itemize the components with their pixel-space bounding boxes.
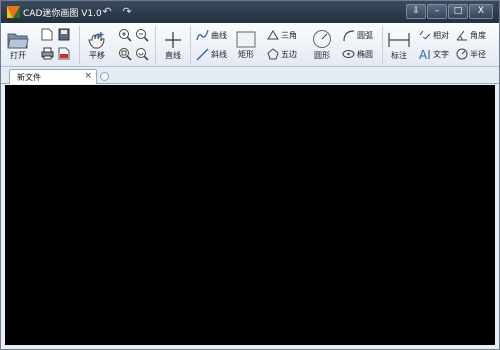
triangle-icon: [267, 30, 279, 40]
zoom-window-icon[interactable]: [135, 47, 149, 61]
undo-button[interactable]: ↶: [100, 5, 114, 19]
dimension-icon: [388, 33, 410, 47]
ellipse-button[interactable]: 椭圆: [342, 48, 373, 60]
zoom-in-icon[interactable]: [118, 28, 132, 42]
window-menu-button[interactable]: ⇩: [406, 4, 426, 19]
radius-icon: [456, 48, 468, 60]
separator: [79, 26, 80, 64]
folder-icon: [7, 33, 29, 49]
tab-close-icon[interactable]: ×: [84, 71, 92, 81]
relative-icon: [419, 30, 431, 40]
pentagon-button[interactable]: 五边: [267, 48, 297, 60]
new-file-icon[interactable]: [41, 28, 53, 41]
rect-label: 矩形: [238, 50, 254, 59]
relative-button[interactable]: 相对: [419, 29, 449, 41]
separator: [190, 26, 191, 64]
slant-line-icon: [196, 48, 209, 61]
tab-label: 新文件: [17, 73, 41, 82]
text-button[interactable]: A 文字: [419, 48, 449, 60]
maximize-button[interactable]: □: [448, 4, 468, 19]
tab-new-file[interactable]: 新文件 ×: [9, 69, 97, 84]
angle-button[interactable]: 角度: [456, 29, 486, 41]
save-icon[interactable]: [58, 28, 70, 41]
line-label: 直线: [165, 51, 181, 60]
relative-label: 相对: [433, 30, 449, 40]
ellipse-label: 椭圆: [357, 49, 373, 59]
curve-button[interactable]: 曲线: [196, 29, 227, 42]
print-icon[interactable]: [41, 47, 54, 60]
zoom-out-icon[interactable]: [135, 28, 149, 42]
angle-icon: [456, 30, 467, 41]
pentagon-label: 五边: [281, 49, 297, 59]
pentagon-icon: [267, 48, 279, 60]
export-pdf-icon[interactable]: [58, 47, 70, 60]
separator: [382, 26, 383, 64]
new-tab-icon[interactable]: [100, 72, 109, 81]
open-button[interactable]: 打开: [7, 31, 29, 61]
pan-label: 平移: [89, 51, 105, 60]
arc-label: 圆弧: [357, 31, 373, 40]
svg-text:A: A: [419, 48, 428, 60]
triangle-button[interactable]: 三角: [267, 29, 297, 41]
arc-button[interactable]: 圆弧: [342, 29, 373, 42]
app-title: CAD迷你画图 V1.0: [23, 9, 102, 19]
close-button[interactable]: X: [469, 4, 493, 19]
open-label: 打开: [10, 51, 26, 60]
separator: [155, 26, 156, 64]
radius-label: 半径: [470, 49, 486, 59]
line-button[interactable]: 直线: [164, 31, 182, 61]
rectangle-button[interactable]: 矩形: [236, 31, 256, 60]
crosshair-line-icon: [165, 32, 181, 48]
text-icon: A: [419, 48, 430, 60]
text-label: 文字: [433, 49, 449, 59]
circle-icon: [313, 30, 331, 48]
pan-button[interactable]: 平移: [87, 31, 107, 61]
app-window: CAD迷你画图 V1.0 ↶ ↷ ⇩ – □ X 打开 平移 直线 曲线 斜线 …: [0, 0, 500, 350]
slant-line-button[interactable]: 斜线: [196, 48, 227, 61]
rectangle-icon: [236, 31, 256, 48]
drawing-canvas[interactable]: [5, 85, 495, 345]
radius-button[interactable]: 半径: [456, 48, 486, 60]
redo-button[interactable]: ↷: [120, 5, 134, 19]
toolbar-ribbon: 打开 平移 直线 曲线 斜线 矩形 三角 五边 圆形 圆弧 椭圆 标注 相对 角…: [1, 23, 499, 67]
slant-label: 斜线: [211, 50, 227, 59]
arc-icon: [343, 30, 355, 42]
circle-button[interactable]: 圆形: [312, 29, 332, 61]
minimize-button[interactable]: –: [427, 4, 447, 19]
curve-icon: [196, 29, 209, 41]
document-tab-strip: 新文件 ×: [1, 67, 499, 84]
ellipse-icon: [342, 50, 355, 58]
zoom-fit-icon[interactable]: [118, 47, 132, 61]
triangle-label: 三角: [281, 30, 297, 40]
curve-label: 曲线: [211, 31, 227, 40]
title-bar: CAD迷你画图 V1.0 ↶ ↷ ⇩ – □ X: [1, 1, 499, 23]
circle-label: 圆形: [314, 51, 330, 60]
app-logo-icon: [7, 6, 20, 18]
dimension-label: 标注: [391, 51, 407, 60]
hand-icon: [88, 32, 105, 49]
dimension-button[interactable]: 标注: [388, 31, 410, 61]
angle-label: 角度: [470, 30, 486, 40]
